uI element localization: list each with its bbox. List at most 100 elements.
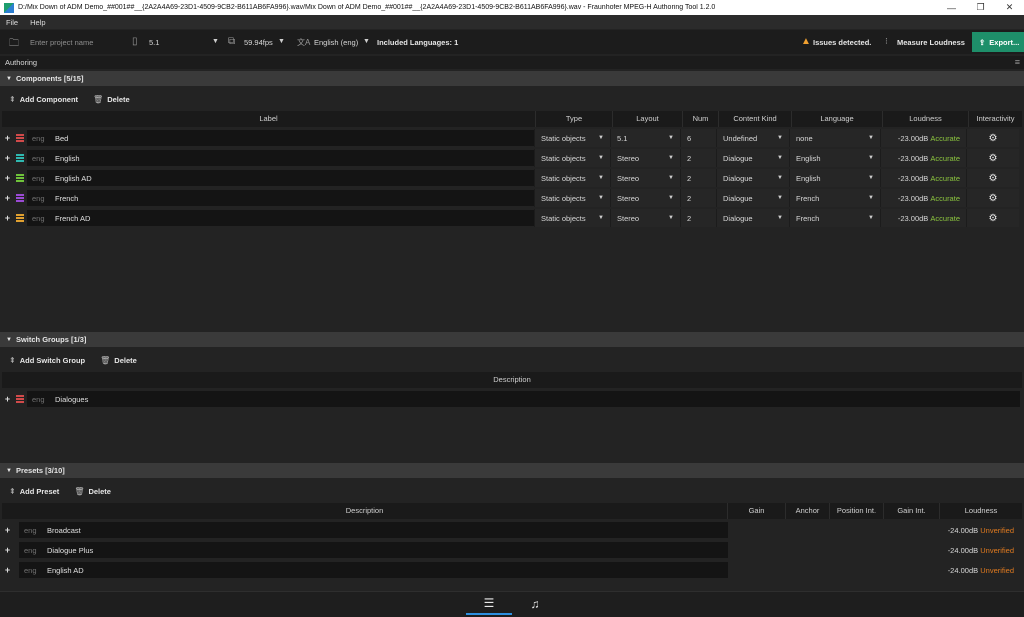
component-label-field[interactable]: eng French bbox=[27, 190, 534, 206]
col-gain[interactable]: Gain bbox=[728, 503, 786, 519]
measure-loudness-button[interactable]: Measure Loudness bbox=[897, 38, 965, 47]
col-label[interactable]: Label bbox=[2, 111, 536, 127]
interactivity-settings[interactable]: ⚙ bbox=[966, 189, 1019, 207]
component-label-field[interactable]: eng Bed bbox=[27, 130, 534, 146]
content-kind-select[interactable]: Dialogue ▼ bbox=[716, 169, 789, 187]
framerate-dropdown-icon[interactable]: ▼ bbox=[278, 38, 285, 45]
layout-select[interactable]: Stereo ▼ bbox=[610, 209, 680, 227]
col-description[interactable]: Description bbox=[2, 372, 1022, 388]
switch-groups-section-header[interactable]: ▼ Switch Groups [1/3] bbox=[0, 332, 1024, 347]
component-label-field[interactable]: eng English bbox=[27, 150, 534, 166]
interactivity-settings[interactable]: ⚙ bbox=[966, 149, 1019, 167]
layout-dropdown-icon[interactable]: ▼ bbox=[212, 38, 219, 45]
content-kind-select[interactable]: Dialogue ▼ bbox=[716, 149, 789, 167]
language-select[interactable]: none ▼ bbox=[789, 129, 880, 147]
table-row[interactable]: + eng Broadcast -24.00dB Unverified bbox=[2, 521, 1022, 539]
delete-component-button[interactable]: 🗑 Delete bbox=[93, 95, 130, 104]
preset-label-field[interactable]: eng Broadcast bbox=[19, 522, 728, 538]
expand-icon[interactable]: + bbox=[2, 193, 13, 203]
interactivity-settings[interactable]: ⚙ bbox=[966, 169, 1019, 187]
preset-label-field[interactable]: eng Dialogue Plus bbox=[19, 542, 728, 558]
presets-section-header[interactable]: ▼ Presets [3/10] bbox=[0, 463, 1024, 478]
expand-icon[interactable]: + bbox=[2, 153, 13, 163]
language-select[interactable]: English (eng) bbox=[314, 38, 358, 47]
component-label-field[interactable]: eng French AD bbox=[27, 210, 534, 226]
col-interactivity[interactable]: Interactivity bbox=[969, 111, 1022, 127]
components-section-header[interactable]: ▼ Components [5/15] bbox=[0, 71, 1024, 86]
add-preset-button[interactable]: ⇞ Add Preset bbox=[9, 487, 59, 496]
layout-select[interactable]: Stereo ▼ bbox=[610, 189, 680, 207]
gear-icon[interactable]: ⚙ bbox=[989, 213, 998, 224]
add-switch-group-button[interactable]: ⇞ Add Switch Group bbox=[9, 356, 85, 365]
switch-group-label-field[interactable]: eng Dialogues bbox=[27, 391, 1020, 407]
drag-handle-icon[interactable] bbox=[13, 133, 27, 142]
layout-select[interactable]: Stereo ▼ bbox=[610, 169, 680, 187]
gear-icon[interactable]: ⚙ bbox=[989, 153, 998, 164]
table-row[interactable]: + eng English AD Static objects ▼ Stereo ▼… bbox=[2, 169, 1022, 187]
expand-icon[interactable]: + bbox=[2, 565, 13, 575]
expand-icon[interactable]: + bbox=[2, 525, 13, 535]
layout-select[interactable]: Stereo ▼ bbox=[610, 149, 680, 167]
table-row[interactable]: + eng Dialogue Plus -24.00dB Unverified bbox=[2, 541, 1022, 559]
delete-preset-button[interactable]: 🗑 Delete bbox=[74, 487, 111, 496]
framerate-select[interactable]: 59.94fps bbox=[244, 38, 273, 47]
col-loudness[interactable]: Loudness bbox=[940, 503, 1022, 519]
add-component-button[interactable]: ⇞ Add Component bbox=[9, 95, 78, 104]
col-anchor[interactable]: Anchor bbox=[786, 503, 830, 519]
language-select[interactable]: French ▼ bbox=[789, 189, 880, 207]
drag-handle-icon[interactable] bbox=[13, 213, 27, 222]
type-select[interactable]: Static objects ▼ bbox=[534, 149, 610, 167]
delete-switch-group-button[interactable]: 🗑 Delete bbox=[100, 356, 137, 365]
expand-icon[interactable]: + bbox=[2, 133, 13, 143]
type-select[interactable]: Static objects ▼ bbox=[534, 209, 610, 227]
language-select[interactable]: English ▼ bbox=[789, 169, 880, 187]
type-select[interactable]: Static objects ▼ bbox=[534, 189, 610, 207]
menu-file[interactable]: File bbox=[0, 18, 24, 27]
menu-help[interactable]: Help bbox=[24, 18, 51, 27]
table-row[interactable]: + eng English Static objects ▼ Stereo ▼ 2 … bbox=[2, 149, 1022, 167]
col-gain-int[interactable]: Gain Int. bbox=[884, 503, 940, 519]
expand-icon[interactable]: + bbox=[2, 545, 13, 555]
close-button[interactable]: ✕ bbox=[995, 0, 1024, 15]
col-content-kind[interactable]: Content Kind bbox=[719, 111, 792, 127]
menu-icon[interactable]: ≡ bbox=[1015, 57, 1020, 67]
drag-handle-icon[interactable] bbox=[13, 193, 27, 202]
gear-icon[interactable]: ⚙ bbox=[989, 133, 998, 144]
content-kind-select[interactable]: Undefined ▼ bbox=[716, 129, 789, 147]
table-row[interactable]: + eng Bed Static objects ▼ 5.1 ▼ 6 Undefin… bbox=[2, 129, 1022, 147]
language-dropdown-icon[interactable]: ▼ bbox=[363, 38, 370, 45]
export-button[interactable]: ⇪ Export... bbox=[972, 32, 1024, 52]
table-row[interactable]: + eng Dialogues bbox=[2, 390, 1022, 408]
restore-button[interactable]: ❐ bbox=[966, 0, 995, 15]
folder-icon[interactable]: 🗀 bbox=[9, 36, 19, 53]
expand-icon[interactable]: + bbox=[2, 173, 13, 183]
language-select[interactable]: French ▼ bbox=[789, 209, 880, 227]
drag-handle-icon[interactable] bbox=[13, 153, 27, 162]
table-row[interactable]: + eng French Static objects ▼ Stereo ▼ 2 D… bbox=[2, 189, 1022, 207]
content-kind-select[interactable]: Dialogue ▼ bbox=[716, 189, 789, 207]
minimize-button[interactable]: — bbox=[937, 0, 966, 15]
layout-select[interactable]: 5.1 bbox=[149, 38, 159, 47]
gear-icon[interactable]: ⚙ bbox=[989, 173, 998, 184]
col-language[interactable]: Language bbox=[792, 111, 883, 127]
interactivity-settings[interactable]: ⚙ bbox=[966, 129, 1019, 147]
col-description[interactable]: Description bbox=[2, 503, 728, 519]
component-label-field[interactable]: eng English AD bbox=[27, 170, 534, 186]
authoring-tab[interactable]: Authoring ≡ bbox=[0, 56, 1024, 69]
preset-label-field[interactable]: eng English AD bbox=[19, 562, 728, 578]
col-type[interactable]: Type bbox=[536, 111, 613, 127]
table-row[interactable]: + eng French AD Static objects ▼ Stereo ▼ … bbox=[2, 209, 1022, 227]
table-row[interactable]: + eng English AD -24.00dB Unverified bbox=[2, 561, 1022, 579]
expand-icon[interactable]: + bbox=[2, 213, 13, 223]
drag-handle-icon[interactable] bbox=[13, 394, 27, 403]
col-position-int[interactable]: Position Int. bbox=[830, 503, 884, 519]
drag-handle-icon[interactable] bbox=[13, 173, 27, 182]
type-select[interactable]: Static objects ▼ bbox=[534, 129, 610, 147]
expand-icon[interactable]: + bbox=[2, 394, 13, 404]
language-select[interactable]: English ▼ bbox=[789, 149, 880, 167]
col-loudness[interactable]: Loudness bbox=[883, 111, 969, 127]
col-num[interactable]: Num bbox=[683, 111, 719, 127]
project-name-input[interactable]: Enter project name bbox=[30, 38, 93, 47]
content-kind-select[interactable]: Dialogue ▼ bbox=[716, 209, 789, 227]
issues-detected[interactable]: Issues detected. bbox=[813, 38, 871, 47]
